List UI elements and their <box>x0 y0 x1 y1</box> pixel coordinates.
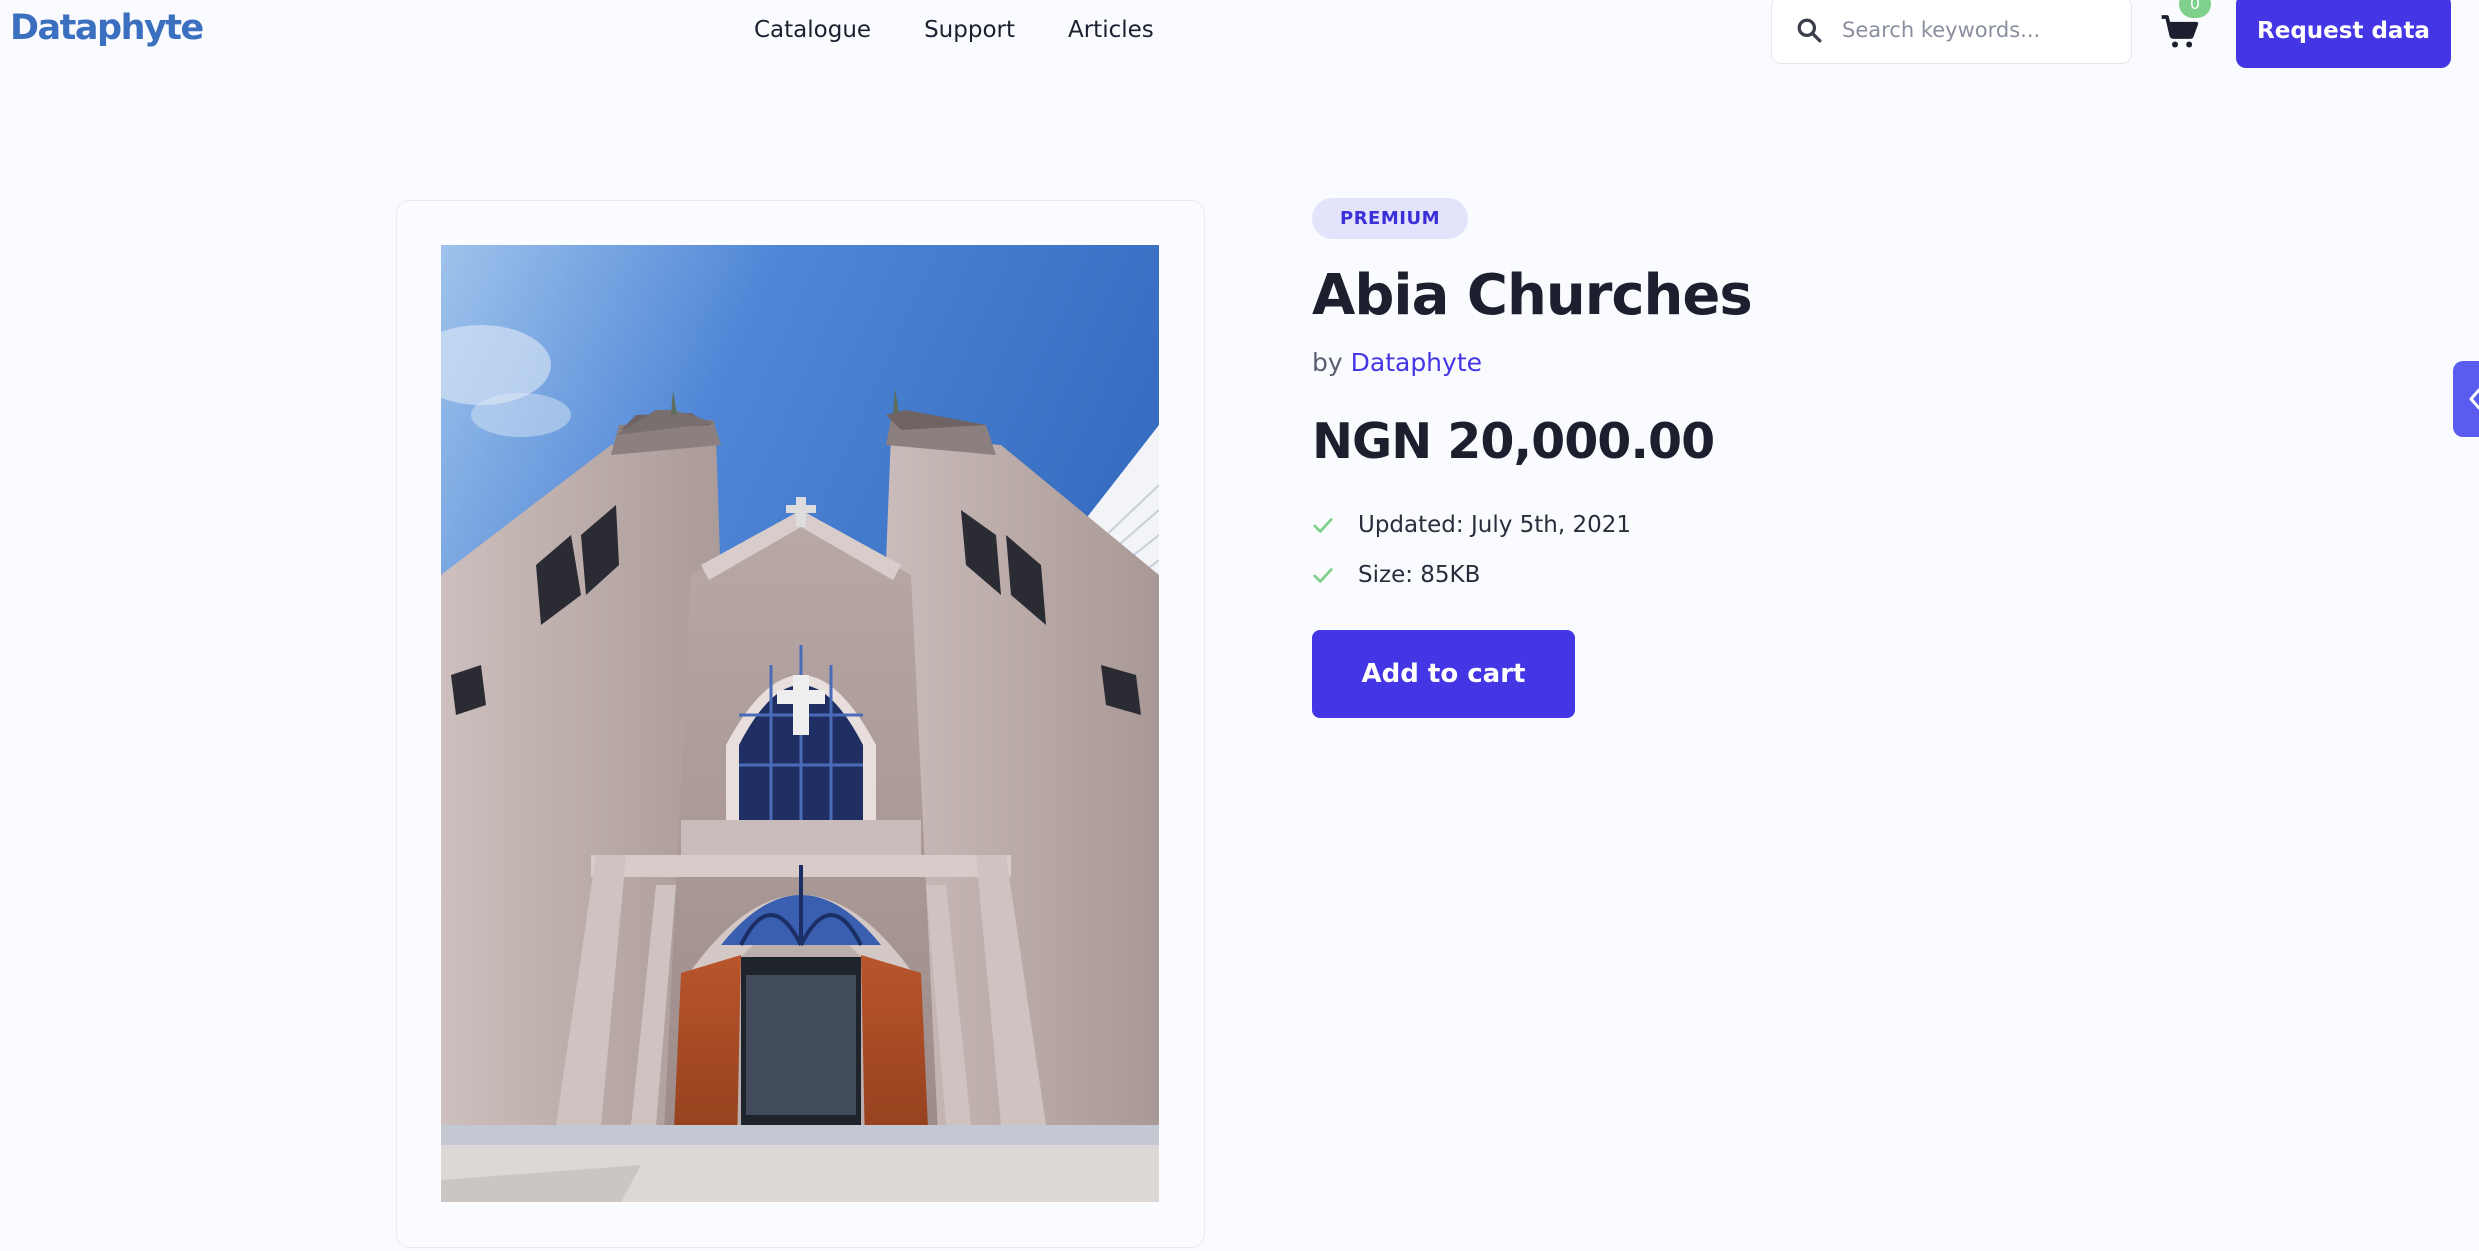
check-icon <box>1313 568 1333 583</box>
check-icon <box>1313 518 1333 533</box>
side-panel-toggle[interactable] <box>2453 361 2479 437</box>
meta-size: Size: 85KB <box>1312 550 1752 600</box>
nav-support[interactable]: Support <box>924 14 1015 46</box>
cart-count-badge: 0 <box>2179 0 2211 18</box>
page: Dataphyte Catalogue Support Articles 0 R… <box>0 0 2479 1251</box>
updated-text: Updated: July 5th, 2021 <box>1358 512 1632 538</box>
premium-badge: PREMIUM <box>1312 198 1468 239</box>
meta-updated: Updated: July 5th, 2021 <box>1312 500 1752 550</box>
search-icon[interactable] <box>1796 17 1822 43</box>
byline-prefix: by <box>1312 348 1343 377</box>
author-link[interactable]: Dataphyte <box>1351 348 1482 377</box>
logo[interactable]: Dataphyte <box>10 8 204 48</box>
request-data-button[interactable]: Request data <box>2236 0 2451 68</box>
add-to-cart-button[interactable]: Add to cart <box>1312 630 1575 718</box>
size-text: Size: 85KB <box>1358 562 1481 588</box>
nav-catalogue[interactable]: Catalogue <box>754 14 871 46</box>
search-input[interactable] <box>1842 18 2112 42</box>
cart-icon[interactable] <box>2160 12 2200 52</box>
chevron-left-icon <box>2469 388 2479 410</box>
main-nav: Catalogue Support Articles <box>754 14 1207 46</box>
product-meta-list: Updated: July 5th, 2021 Size: 85KB <box>1312 500 1752 600</box>
search-box <box>1771 0 2132 64</box>
product-image-card <box>396 200 1205 1248</box>
product-details: PREMIUM Abia Churches by Dataphyte NGN 2… <box>1312 198 1753 718</box>
product-image <box>441 245 1159 1202</box>
product-title: Abia Churches <box>1312 263 1753 328</box>
nav-articles[interactable]: Articles <box>1068 14 1154 46</box>
product-byline: by Dataphyte <box>1312 348 1752 377</box>
product-price: NGN 20,000.00 <box>1312 413 1715 470</box>
